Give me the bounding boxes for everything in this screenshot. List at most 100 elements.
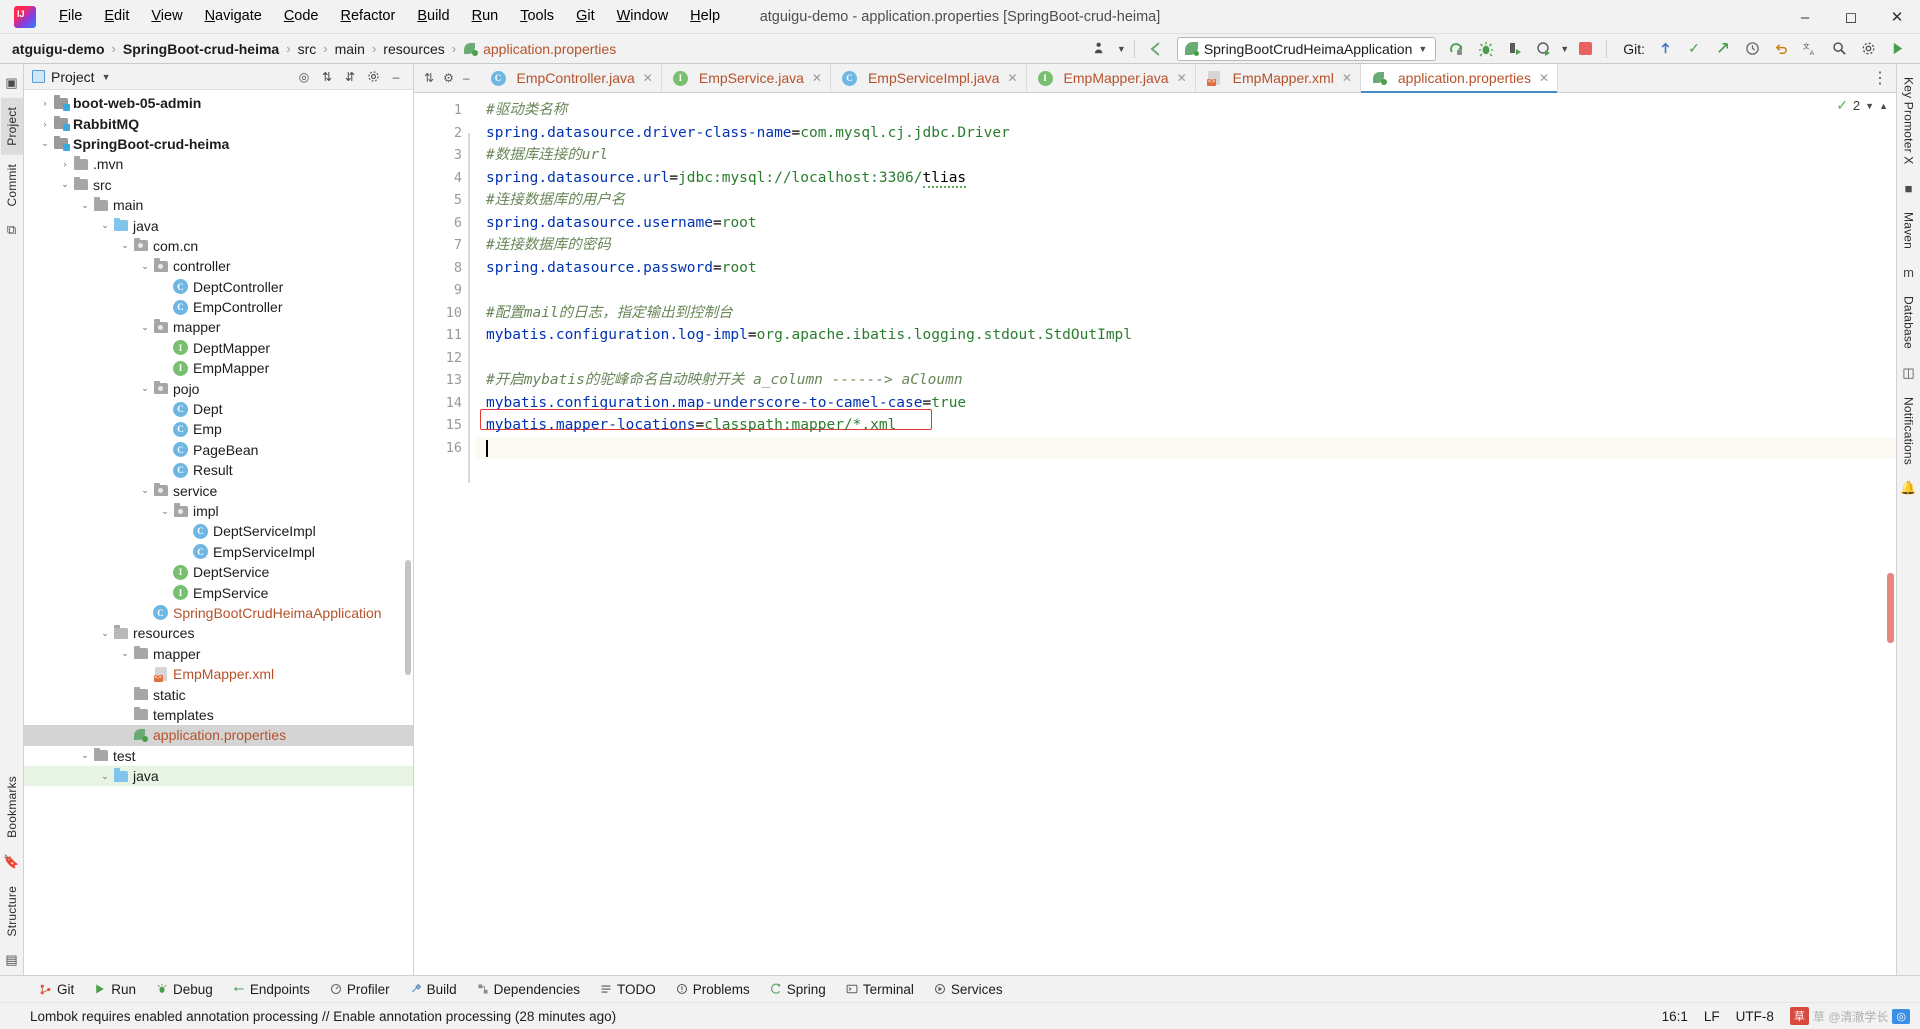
tab-empcontroller-java[interactable]: C EmpController.java ✕ bbox=[479, 64, 662, 92]
code-line[interactable] bbox=[476, 436, 1896, 459]
tree-node[interactable]: ⌄ mapper bbox=[24, 317, 413, 337]
tree-node[interactable]: ›C EmpServiceImpl bbox=[24, 542, 413, 562]
tree-node[interactable]: › templates bbox=[24, 705, 413, 725]
profile-caret-icon[interactable]: ▼ bbox=[1560, 44, 1569, 54]
bottom-tab-dependencies[interactable]: Dependencies bbox=[468, 979, 589, 1000]
tree-expand-arrow-icon[interactable]: › bbox=[138, 669, 152, 679]
tree-node[interactable]: ›I DeptMapper bbox=[24, 338, 413, 358]
search-icon[interactable] bbox=[1826, 37, 1852, 61]
menu-window[interactable]: Window bbox=[606, 5, 680, 28]
sidebar-item-commit[interactable]: Commit bbox=[1, 155, 23, 216]
profile-icon[interactable] bbox=[1531, 37, 1557, 61]
tree-node[interactable]: ›C PageBean bbox=[24, 440, 413, 460]
code-line[interactable]: spring.datasource.url=jdbc:mysql://local… bbox=[476, 167, 1896, 190]
breadcrumb-item-5[interactable]: application.properties bbox=[463, 41, 616, 57]
menu-help[interactable]: Help bbox=[679, 5, 731, 28]
bottom-tab-endpoints[interactable]: Endpoints bbox=[224, 979, 319, 1000]
close-tab-icon[interactable]: ✕ bbox=[1177, 71, 1187, 85]
caret-position[interactable]: 16:1 bbox=[1662, 1009, 1688, 1024]
tree-node[interactable]: ›C SpringBootCrudHeimaApplication bbox=[24, 603, 413, 623]
play-icon[interactable] bbox=[1884, 37, 1910, 61]
history-icon[interactable] bbox=[1739, 37, 1765, 61]
project-tree[interactable]: › boot-web-05-admin › RabbitMQ ⌄ SpringBoot-c… bbox=[24, 90, 413, 975]
tree-node[interactable]: ›I DeptService bbox=[24, 562, 413, 582]
chevron-down-icon[interactable]: ▼ bbox=[1418, 44, 1427, 54]
tree-expand-arrow-icon[interactable]: ⌄ bbox=[118, 648, 132, 659]
code-line[interactable]: #配置mail的日志，指定输出到控制台 bbox=[476, 302, 1896, 325]
code-line[interactable]: mybatis.configuration.map-underscore-to-… bbox=[476, 392, 1896, 415]
tree-node[interactable]: ›C DeptController bbox=[24, 277, 413, 297]
close-icon[interactable]: ✕ bbox=[1874, 0, 1920, 34]
code-line[interactable]: #开启mybatis的驼峰命名自动映射开关 a_column ------> a… bbox=[476, 369, 1896, 392]
menu-file[interactable]: File bbox=[48, 5, 93, 28]
git-push-icon[interactable] bbox=[1710, 37, 1736, 61]
breadcrumb-item-1[interactable]: SpringBoot-crud-heima bbox=[123, 41, 279, 57]
menu-code[interactable]: Code bbox=[273, 5, 330, 28]
code-line[interactable]: spring.datasource.password=root bbox=[476, 257, 1896, 280]
tree-expand-arrow-icon[interactable]: › bbox=[58, 159, 72, 169]
profiler-icon[interactable] bbox=[1088, 37, 1114, 61]
tree-node[interactable]: ⌄ com.cn bbox=[24, 236, 413, 256]
close-tab-icon[interactable]: ✕ bbox=[1007, 71, 1017, 85]
tree-expand-arrow-icon[interactable]: › bbox=[158, 363, 172, 373]
collapse-all-icon[interactable]: ⇅ bbox=[316, 66, 338, 88]
tree-node[interactable]: ›C Result bbox=[24, 460, 413, 480]
menu-build[interactable]: Build bbox=[406, 5, 460, 28]
back-arrow-icon[interactable] bbox=[1143, 37, 1169, 61]
close-tab-icon[interactable]: ✕ bbox=[812, 71, 822, 85]
bottom-tab-services[interactable]: Services bbox=[925, 979, 1012, 1000]
tree-node[interactable]: ⌄ resources bbox=[24, 623, 413, 643]
bottom-tab-todo[interactable]: TODO bbox=[591, 979, 665, 1000]
tree-expand-arrow-icon[interactable]: › bbox=[158, 445, 172, 455]
file-encoding[interactable]: UTF-8 bbox=[1736, 1009, 1774, 1024]
maximize-icon[interactable]: ◻ bbox=[1828, 0, 1874, 34]
tree-node[interactable]: ⌄ service bbox=[24, 480, 413, 500]
sidebar-item-bookmarks[interactable]: Bookmarks bbox=[1, 767, 23, 847]
settings-gear-icon[interactable]: ⚙ bbox=[443, 71, 454, 85]
menu-git[interactable]: Git bbox=[565, 5, 606, 28]
profiler-caret-icon[interactable]: ▼ bbox=[1117, 44, 1126, 54]
tree-expand-arrow-icon[interactable]: ⌄ bbox=[138, 261, 152, 272]
settings-icon[interactable] bbox=[362, 66, 384, 88]
stop-icon[interactable] bbox=[1572, 37, 1598, 61]
settings-icon[interactable] bbox=[1855, 37, 1881, 61]
chevron-down-icon[interactable]: ▼ bbox=[1865, 101, 1874, 111]
close-tab-icon[interactable]: ✕ bbox=[643, 71, 653, 85]
sidebar-item-structure[interactable]: Structure bbox=[1, 877, 23, 946]
sidebar-item-project[interactable]: Project bbox=[0, 98, 23, 155]
tree-node[interactable]: ⌄ impl bbox=[24, 501, 413, 521]
bottom-tab-spring[interactable]: Spring bbox=[761, 979, 835, 1000]
breadcrumb-item-4[interactable]: resources bbox=[383, 41, 444, 57]
tree-node[interactable]: › .mvn bbox=[24, 154, 413, 174]
tree-expand-arrow-icon[interactable]: ⌄ bbox=[138, 485, 152, 496]
tree-node[interactable]: ⌄ controller bbox=[24, 256, 413, 276]
tree-expand-arrow-icon[interactable]: › bbox=[158, 343, 172, 353]
code-line[interactable]: mybatis.mapper-locations=classpath:mappe… bbox=[476, 414, 1896, 437]
close-tab-icon[interactable]: ✕ bbox=[1539, 71, 1549, 85]
chevron-down-icon[interactable]: ▼ bbox=[102, 72, 111, 82]
menu-navigate[interactable]: Navigate bbox=[194, 5, 273, 28]
tree-expand-arrow-icon[interactable]: › bbox=[38, 98, 52, 108]
tree-node[interactable]: ⌄ src bbox=[24, 175, 413, 195]
debug-icon[interactable] bbox=[1473, 37, 1499, 61]
git-commit-icon[interactable]: ✓ bbox=[1681, 37, 1707, 61]
code-line[interactable]: spring.datasource.username=root bbox=[476, 212, 1896, 235]
bottom-tab-git[interactable]: Git bbox=[30, 979, 83, 1000]
tree-node[interactable]: ›I EmpMapper bbox=[24, 358, 413, 378]
tab-empmapper-xml[interactable]: EmpMapper.xml ✕ bbox=[1195, 64, 1361, 92]
bottom-tab-run[interactable]: Run bbox=[85, 979, 145, 1000]
tree-expand-arrow-icon[interactable]: › bbox=[178, 547, 192, 557]
sidebar-item-notifications[interactable]: Notifications bbox=[1898, 388, 1920, 474]
tree-node[interactable]: ⌄ main bbox=[24, 195, 413, 215]
tree-node[interactable]: ›C DeptServiceImpl bbox=[24, 521, 413, 541]
menu-refactor[interactable]: Refactor bbox=[330, 5, 407, 28]
breadcrumb-item-3[interactable]: main bbox=[335, 41, 365, 57]
tree-node[interactable]: ⌄ mapper bbox=[24, 644, 413, 664]
tree-expand-arrow-icon[interactable]: ⌄ bbox=[78, 200, 92, 211]
sidebar-item-maven[interactable]: Maven bbox=[1898, 203, 1920, 258]
target-icon[interactable]: ◎ bbox=[293, 66, 315, 88]
menu-tools[interactable]: Tools bbox=[509, 5, 565, 28]
tree-node[interactable]: ⌄ SpringBoot-crud-heima bbox=[24, 134, 413, 154]
chevron-collapse-icon[interactable]: ▲ bbox=[1879, 101, 1888, 111]
tree-expand-arrow-icon[interactable]: › bbox=[158, 567, 172, 577]
